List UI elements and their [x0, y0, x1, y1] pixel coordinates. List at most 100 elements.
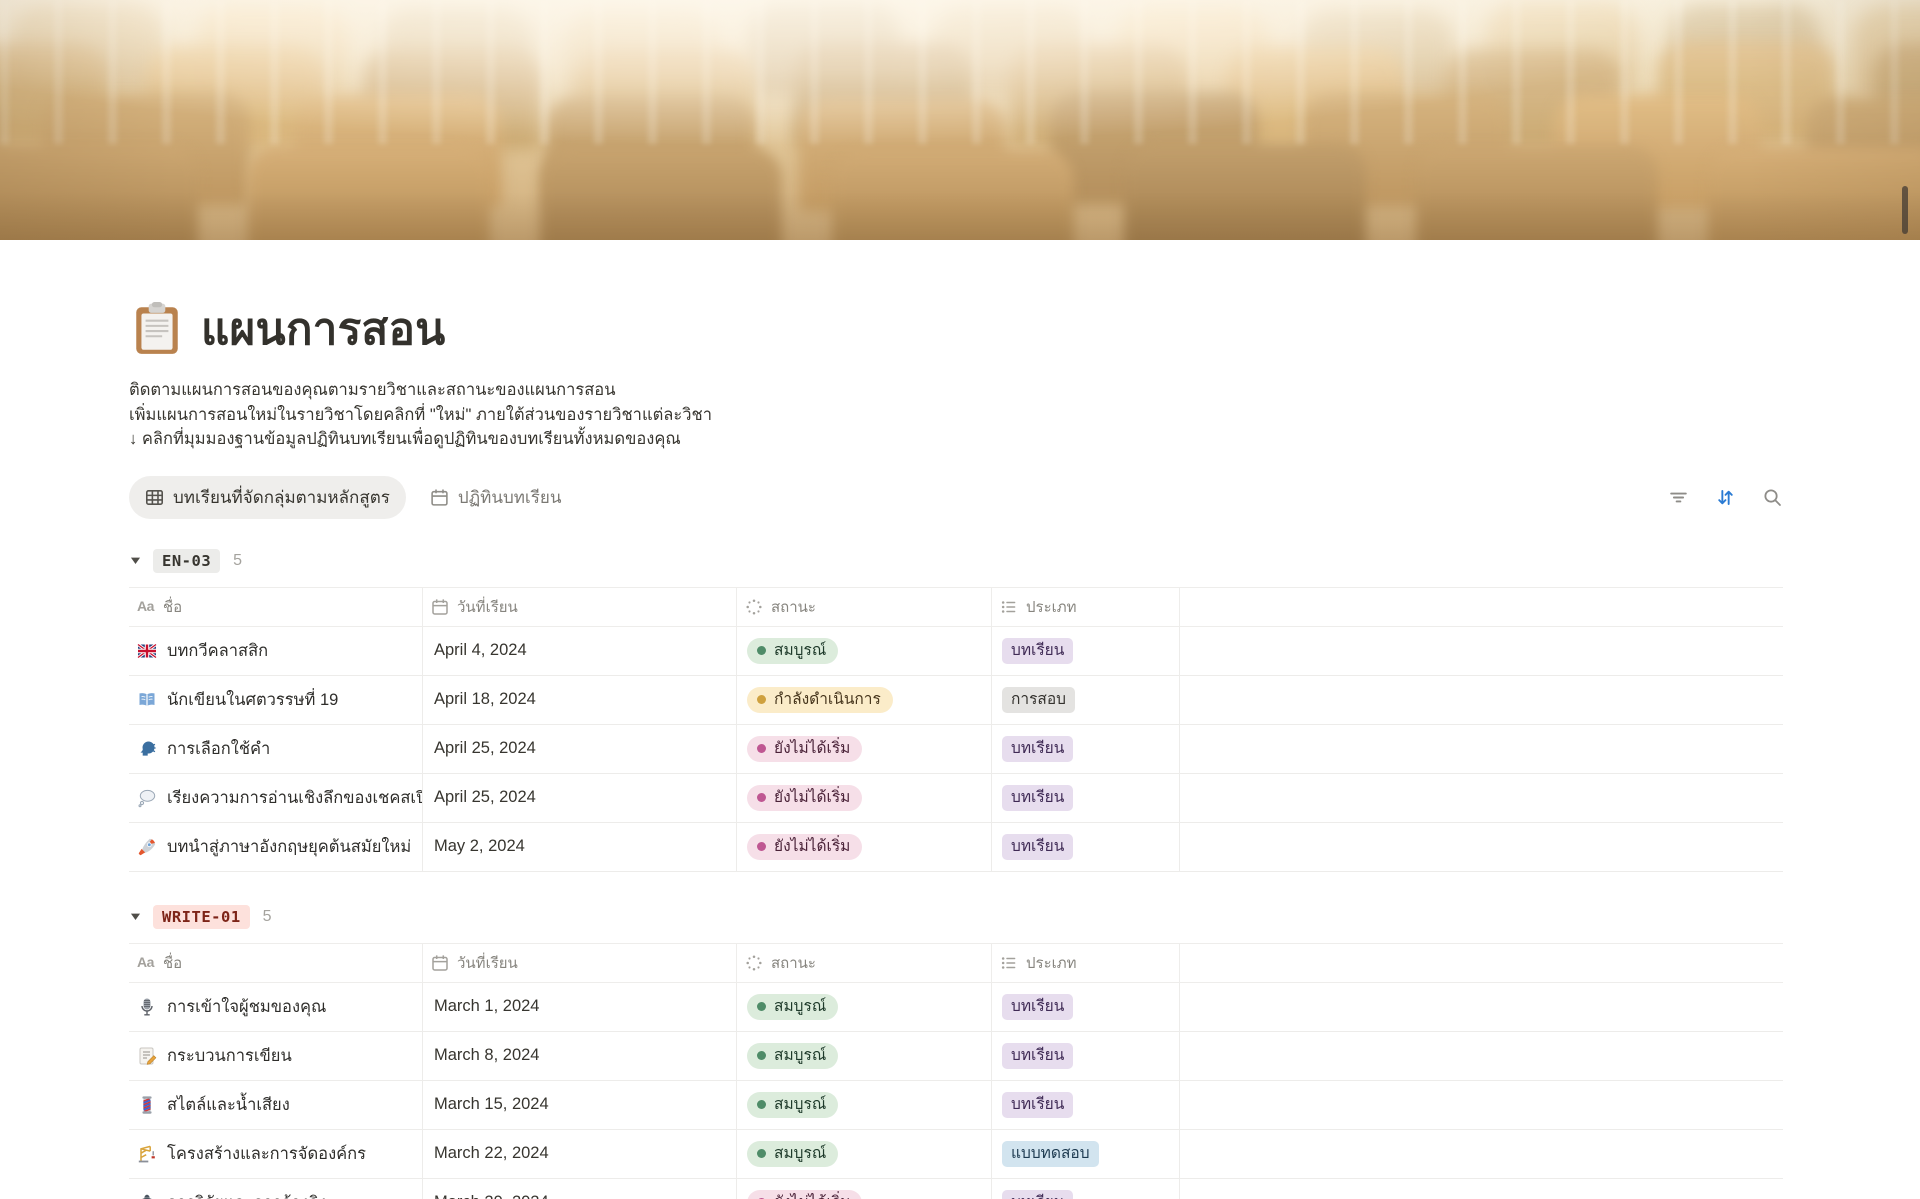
tab-lesson-calendar[interactable]: ปฏิทินบทเรียน	[420, 476, 572, 519]
clipboard-icon[interactable]	[129, 301, 185, 357]
search-icon[interactable]	[1762, 487, 1783, 508]
lesson-title: การเข้าใจผู้ชมของคุณ	[167, 994, 326, 1020]
uk-flag-icon	[137, 641, 159, 661]
status-dot	[757, 744, 766, 753]
lesson-date: May 2, 2024	[423, 823, 737, 871]
group-count: 5	[233, 552, 242, 570]
table-row[interactable]: การเข้าใจผู้ชมของคุณ March 1, 2024 สมบูร…	[129, 983, 1783, 1032]
collapse-triangle-icon[interactable]	[129, 910, 142, 923]
memo-icon	[137, 1046, 159, 1066]
lesson-date: March 29, 2024	[423, 1179, 737, 1199]
status-pill[interactable]: ยังไม่ได้เริ่ม	[747, 736, 862, 762]
table-header: Aa ชื่อ วันที่เรียน สถานะ ประเภท	[129, 943, 1783, 983]
group-pill[interactable]: WRITE-01	[153, 905, 250, 929]
table-row[interactable]: กระบวนการเขียน March 8, 2024 สมบูรณ์ บทเ…	[129, 1032, 1783, 1081]
thought-balloon-icon	[137, 788, 159, 808]
text-icon: Aa	[137, 598, 155, 616]
column-header-type[interactable]: ประเภท	[992, 588, 1180, 626]
page-header: แผนการสอน	[129, 294, 1783, 364]
table-row[interactable]: เรียงความการอ่านเชิงลึกของเชคสเปียร์ Apr…	[129, 774, 1783, 823]
table-row[interactable]: นักเขียนในศตวรรษที่ 19 April 18, 2024 กำ…	[129, 676, 1783, 725]
lesson-title: เรียงความการอ่านเชิงลึกของเชคสเปียร์	[167, 785, 423, 811]
page-description: ติดตามแผนการสอนของคุณตามรายวิชาและสถานะข…	[129, 378, 1783, 452]
group-count: 5	[263, 908, 272, 926]
table-row[interactable]: การวิจัยและการอ้างอิง March 29, 2024 ยัง…	[129, 1179, 1783, 1199]
status-dot	[757, 793, 766, 802]
calendar-icon	[431, 954, 449, 972]
description-line: ติดตามแผนการสอนของคุณตามรายวิชาและสถานะข…	[129, 378, 1783, 403]
type-tag[interactable]: บทเรียน	[1002, 994, 1073, 1020]
status-pill[interactable]: สมบูรณ์	[747, 1092, 838, 1118]
filter-icon[interactable]	[1668, 487, 1689, 508]
type-tag[interactable]: แบบทดสอบ	[1002, 1141, 1099, 1167]
detective-icon	[137, 1193, 159, 1199]
sort-icon[interactable]	[1715, 487, 1736, 508]
scrollbar[interactable]	[1902, 186, 1908, 234]
lesson-title: สไตล์และน้ำเสียง	[167, 1092, 290, 1118]
status-pill[interactable]: ยังไม่ได้เริ่ม	[747, 785, 862, 811]
column-header-name[interactable]: Aa ชื่อ	[129, 588, 423, 626]
type-tag[interactable]: บทเรียน	[1002, 638, 1073, 664]
status-pill[interactable]: สมบูรณ์	[747, 1043, 838, 1069]
tab-lessons-grouped-by-course[interactable]: บทเรียนที่จัดกลุ่มตามหลักสูตร	[129, 476, 406, 519]
microphone-icon	[137, 997, 159, 1017]
lesson-date: April 25, 2024	[423, 725, 737, 773]
tab-label: บทเรียนที่จัดกลุ่มตามหลักสูตร	[173, 484, 390, 511]
lesson-date: April 18, 2024	[423, 676, 737, 724]
rocket-icon	[137, 837, 159, 857]
page-title: แผนการสอน	[201, 294, 445, 364]
lesson-date: April 4, 2024	[423, 627, 737, 675]
status-pill[interactable]: กำลังดำเนินการ	[747, 687, 893, 713]
view-tabs: บทเรียนที่จัดกลุ่มตามหลักสูตร ปฏิทินบทเร…	[129, 476, 571, 519]
status-pill[interactable]: ยังไม่ได้เริ่ม	[747, 834, 862, 860]
column-header-status[interactable]: สถานะ	[737, 588, 992, 626]
status-dot	[757, 1100, 766, 1109]
type-tag[interactable]: บทเรียน	[1002, 736, 1073, 762]
speaking-head-icon	[137, 739, 159, 759]
type-tag[interactable]: บทเรียน	[1002, 1043, 1073, 1069]
status-dot	[757, 695, 766, 704]
crane-icon	[137, 1144, 159, 1164]
column-header-date[interactable]: วันที่เรียน	[423, 944, 737, 982]
type-tag[interactable]: บทเรียน	[1002, 1190, 1073, 1199]
calendar-icon	[430, 488, 449, 507]
column-header-empty	[1180, 588, 1783, 626]
status-pill[interactable]: สมบูรณ์	[747, 1141, 838, 1167]
lesson-date: March 8, 2024	[423, 1032, 737, 1080]
status-pill[interactable]: ยังไม่ได้เริ่ม	[747, 1190, 862, 1199]
view-toolbar: บทเรียนที่จัดกลุ่มตามหลักสูตร ปฏิทินบทเร…	[129, 476, 1783, 519]
group-header-en03: EN-03 5	[129, 549, 1783, 573]
column-header-name[interactable]: Aa ชื่อ	[129, 944, 423, 982]
status-dot	[757, 842, 766, 851]
table-row[interactable]: การเลือกใช้คำ April 25, 2024 ยังไม่ได้เร…	[129, 725, 1783, 774]
type-tag[interactable]: บทเรียน	[1002, 1092, 1073, 1118]
type-tag[interactable]: บทเรียน	[1002, 834, 1073, 860]
type-tag[interactable]: บทเรียน	[1002, 785, 1073, 811]
view-actions	[1668, 487, 1783, 508]
collapse-triangle-icon[interactable]	[129, 554, 142, 567]
status-pill[interactable]: สมบูรณ์	[747, 994, 838, 1020]
description-line: ↓ คลิกที่มุมมองฐานข้อมูลปฏิทินบทเรียนเพื…	[129, 427, 1783, 452]
type-tag[interactable]: การสอบ	[1002, 687, 1075, 713]
lesson-date: March 15, 2024	[423, 1081, 737, 1129]
column-header-type[interactable]: ประเภท	[992, 944, 1180, 982]
tab-label: ปฏิทินบทเรียน	[458, 484, 562, 511]
cover-image[interactable]	[0, 0, 1920, 240]
description-line: เพิ่มแผนการสอนใหม่ในรายวิชาโดยคลิกที่ "ใ…	[129, 403, 1783, 428]
table-row[interactable]: บทนำสู่ภาษาอังกฤษยุคต้นสมัยใหม่ May 2, 2…	[129, 823, 1783, 872]
table-row[interactable]: บทกวีคลาสสิก April 4, 2024 สมบูรณ์ บทเรี…	[129, 627, 1783, 676]
group-pill[interactable]: EN-03	[153, 549, 220, 573]
column-header-date[interactable]: วันที่เรียน	[423, 588, 737, 626]
table-row[interactable]: สไตล์และน้ำเสียง March 15, 2024 สมบูรณ์ …	[129, 1081, 1783, 1130]
lesson-date: March 22, 2024	[423, 1130, 737, 1178]
status-pill[interactable]: สมบูรณ์	[747, 638, 838, 664]
page-body: แผนการสอน ติดตามแผนการสอนของคุณตามรายวิช…	[0, 294, 1783, 1199]
lesson-title: บทกวีคลาสสิก	[167, 638, 268, 664]
status-dot	[757, 1002, 766, 1011]
column-header-status[interactable]: สถานะ	[737, 944, 992, 982]
lesson-title: นักเขียนในศตวรรษที่ 19	[167, 687, 338, 713]
lesson-title: การเลือกใช้คำ	[167, 736, 270, 762]
status-spinner-icon	[745, 954, 763, 972]
lesson-date: April 25, 2024	[423, 774, 737, 822]
table-row[interactable]: โครงสร้างและการจัดองค์กร March 22, 2024 …	[129, 1130, 1783, 1179]
